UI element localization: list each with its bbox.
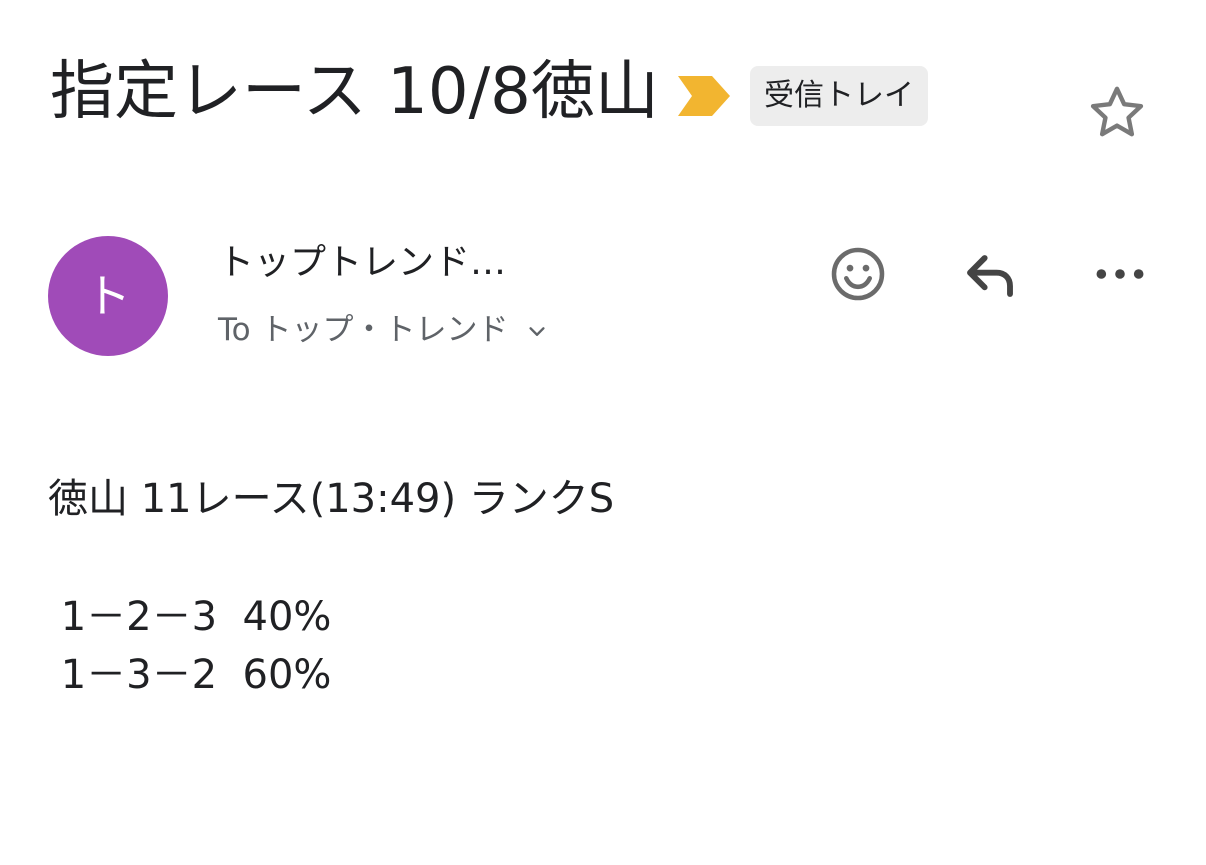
body-line-prediction-1: 1－2－3 40%	[48, 594, 332, 640]
recipients-text: To トップ・トレンド	[218, 312, 509, 348]
emoji-icon[interactable]	[826, 242, 890, 306]
star-icon[interactable]	[1084, 80, 1150, 146]
inbox-label-chip[interactable]: 受信トレイ	[750, 66, 928, 126]
email-body: 徳山 11レース(13:49) ランクS 1－2－3 40% 1－3－2 60%	[48, 470, 614, 704]
avatar[interactable]: ト	[48, 236, 168, 356]
chevron-down-icon	[529, 326, 545, 336]
body-line-race-info: 徳山 11レース(13:49) ランクS	[48, 476, 615, 522]
reply-icon[interactable]	[958, 242, 1022, 306]
importance-marker-icon[interactable]	[678, 76, 730, 116]
body-line-prediction-2: 1－3－2 60%	[48, 652, 332, 698]
sender-name[interactable]: トップトレンド…	[218, 238, 506, 288]
recipients-toggle[interactable]: To トップ・トレンド	[218, 308, 548, 352]
more-options-icon[interactable]	[1088, 242, 1152, 306]
sender-row: ト トップトレンド… To トップ・トレンド	[48, 236, 1158, 366]
email-subject: 指定レース 10/8徳山	[50, 55, 659, 129]
subject-header: 指定レース 10/8徳山 受信トレイ	[50, 50, 1160, 140]
